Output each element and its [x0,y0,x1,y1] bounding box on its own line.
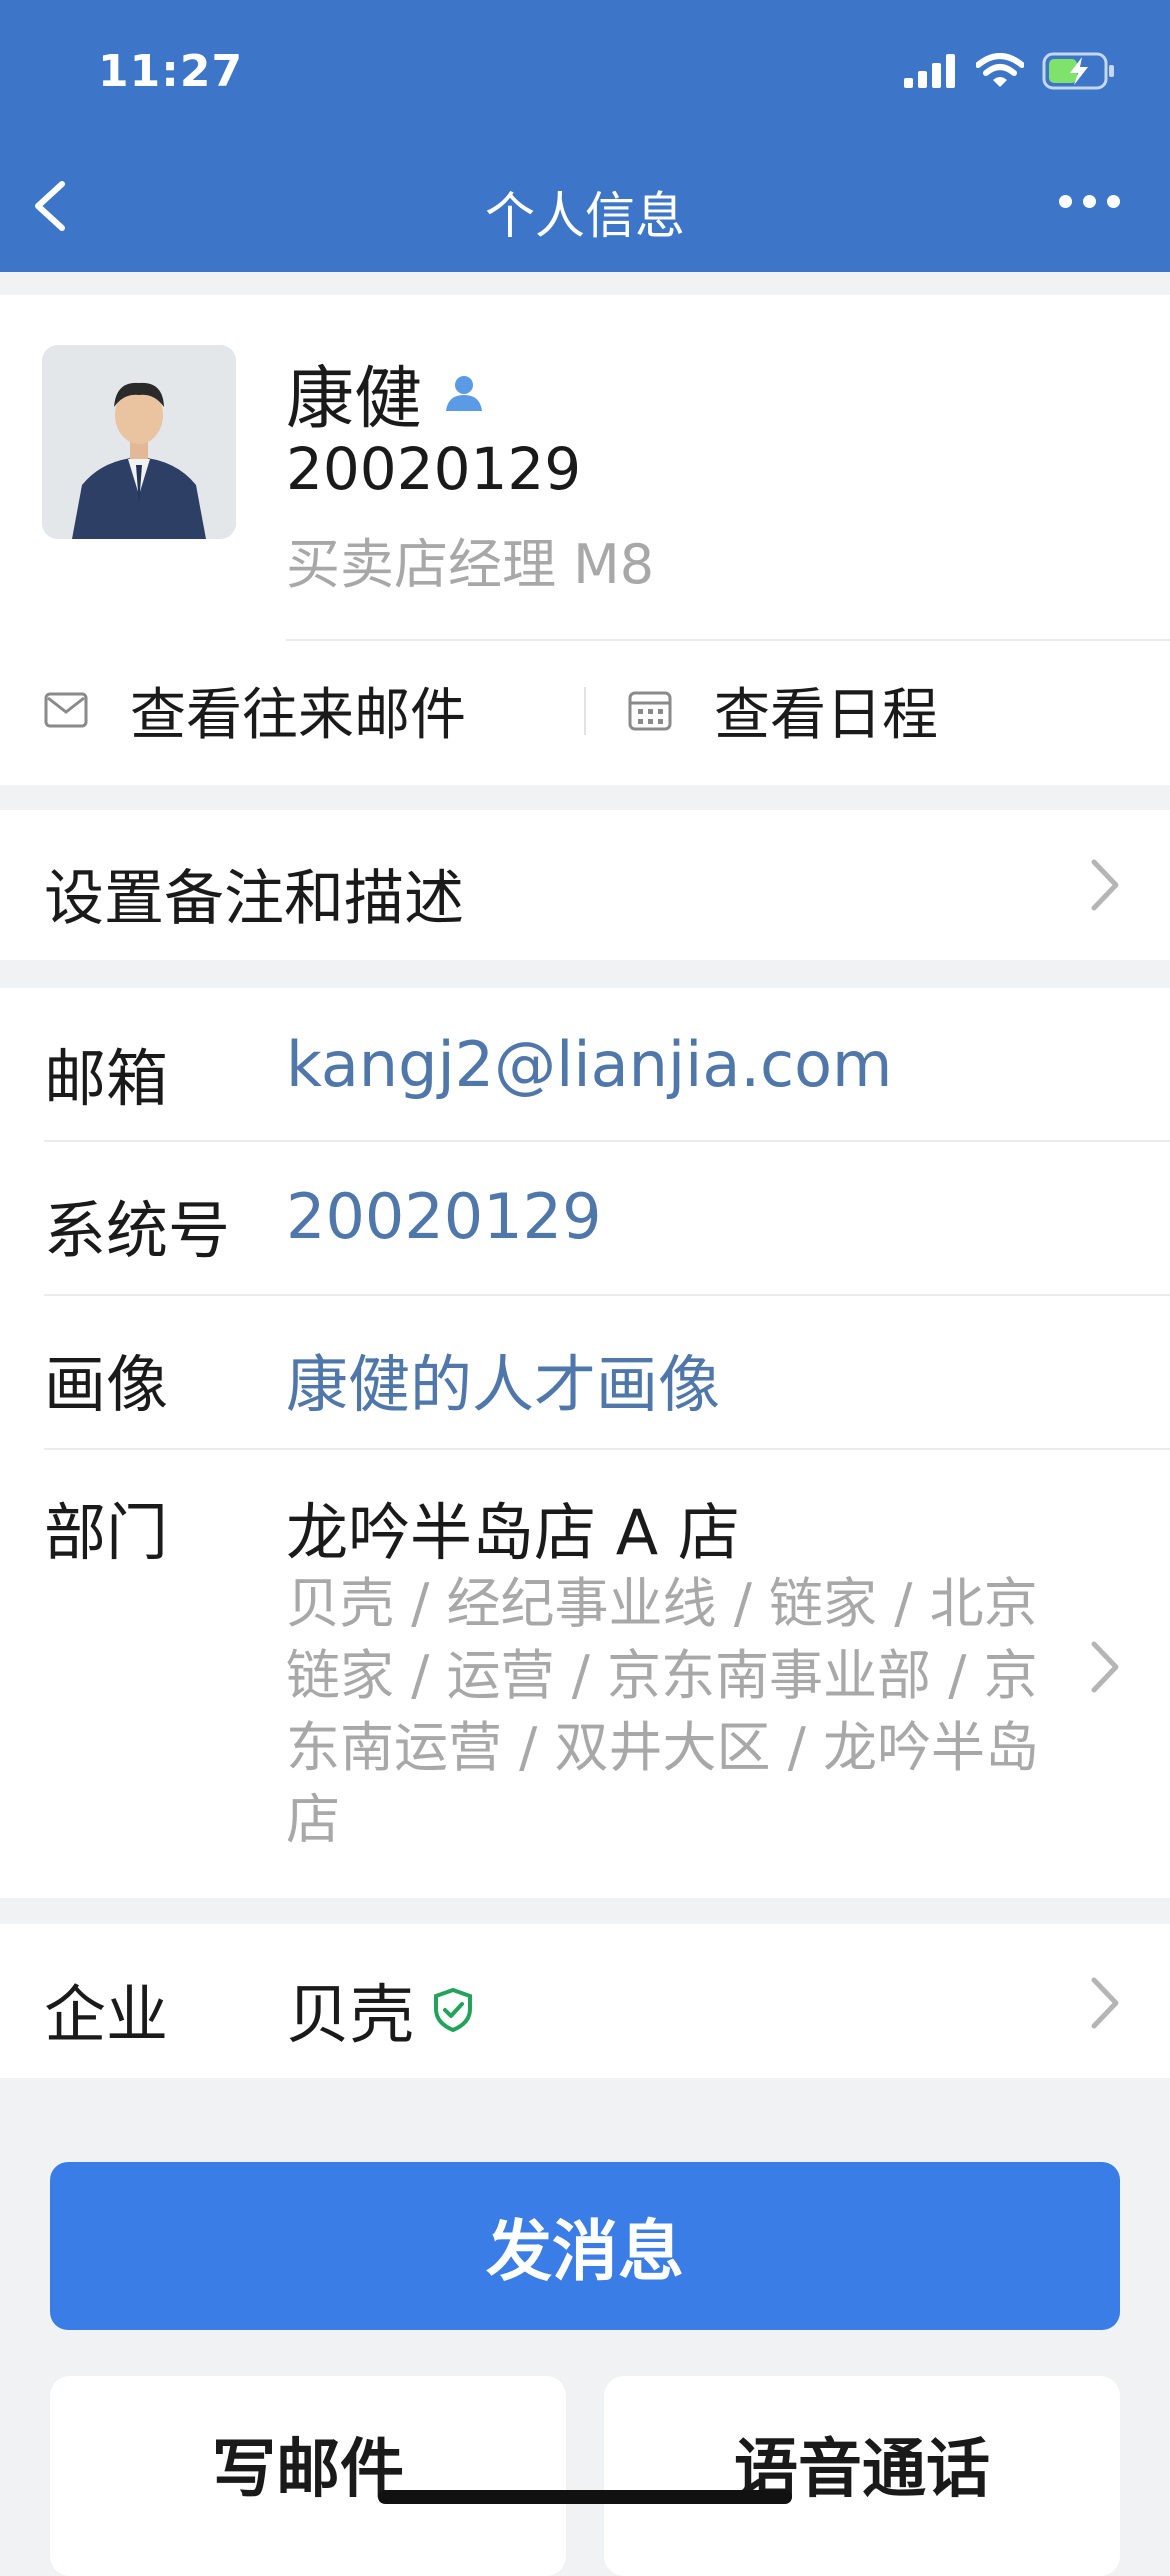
company-label: 企业 [44,1978,169,2051]
system-id-row: 系统号 20020129 [0,1142,1170,1294]
remark-row[interactable]: 设置备注和描述 [0,810,1170,960]
view-schedule-label: 查看日程 [714,682,938,748]
department-row[interactable]: 部门 龙吟半岛店 A 店 贝壳 / 经纪事业线 / 链家 / 北京链家 / 运营… [0,1450,1170,1898]
department-name: 龙吟半岛店 A 店 [286,1496,740,1569]
view-mail-button[interactable]: 查看往来邮件 [44,665,466,755]
home-indicator [378,2490,792,2504]
system-id-value[interactable]: 20020129 [286,1180,602,1253]
chevron-right-icon [1091,1641,1119,1693]
chevron-right-icon [1091,1977,1119,2029]
action-separator [584,687,586,735]
portrait-row: 画像 康健的人才画像 [0,1296,1170,1448]
header: 11:27 个人信息 [0,0,1170,272]
email-row: 邮箱 kangj2@lianjia.com [0,988,1170,1140]
send-message-button[interactable]: 发消息 [50,2162,1120,2330]
mail-icon [44,692,88,728]
chevron-right-icon [1091,859,1119,911]
status-icons [904,52,1116,90]
avatar[interactable] [42,345,236,539]
company-row[interactable]: 企业 贝壳 [0,1924,1170,2078]
wifi-icon [976,53,1024,87]
portrait-label: 画像 [44,1348,169,1421]
portrait-link[interactable]: 康健的人才画像 [286,1334,720,1424]
profile-card: 康健 20020129 买卖店经理 M8 查看往来邮件 查看日程 [0,295,1170,785]
page-title: 个人信息 [485,187,685,245]
name-row: 康健 [286,343,486,442]
company-value: 贝壳 [286,1964,474,2056]
profile-id: 20020129 [286,435,582,503]
profile-title: 买卖店经理 M8 [286,533,655,596]
battery-icon [1042,52,1114,90]
profile-name: 康健 [286,360,423,439]
email-label: 邮箱 [44,1042,169,1115]
voice-call-button[interactable]: 语音通话 [604,2376,1120,2576]
view-schedule-button[interactable]: 查看日程 [628,665,938,755]
calendar-icon [628,691,672,731]
write-mail-label: 写邮件 [212,2433,404,2507]
email-value[interactable]: kangj2@lianjia.com [286,1028,892,1101]
verified-shield-icon [434,1987,472,2033]
write-mail-button[interactable]: 写邮件 [50,2376,566,2576]
signal-icon [904,54,955,88]
more-options-icon[interactable] [1059,195,1120,208]
system-id-label: 系统号 [44,1194,231,1267]
company-name: 贝壳 [286,1979,414,2053]
remark-label: 设置备注和描述 [44,864,464,934]
department-label: 部门 [44,1496,169,1569]
view-mail-label: 查看往来邮件 [130,682,466,748]
person-badge-icon [446,375,483,411]
info-card: 邮箱 kangj2@lianjia.com 系统号 20020129 画像 康健… [0,988,1170,1898]
status-time: 11:27 [98,46,244,97]
avatar-portrait-icon [42,345,236,539]
divider [286,639,1170,641]
department-path: 贝壳 / 经纪事业线 / 链家 / 北京链家 / 运营 / 京东南事业部 / 京… [286,1572,1040,1851]
